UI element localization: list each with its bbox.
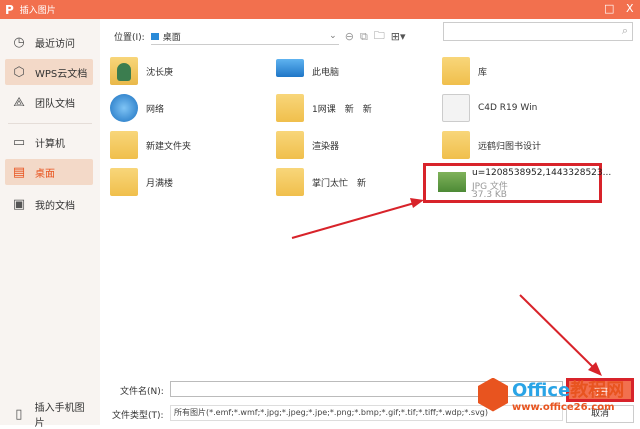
location-dropdown[interactable]: 桌面 ⌄ [150,29,339,45]
file-name: 库 [478,67,488,78]
sidebar-item-label: 团队文档 [35,98,75,110]
folder-icon [276,94,304,122]
file-item[interactable]: 月满楼 [110,165,270,199]
desktop-icon [150,32,159,40]
file-item[interactable]: 沈长庚 [110,54,270,88]
file-item[interactable]: 远鹤归图书设计 [442,128,602,162]
wps-logo-icon: P [5,2,14,17]
maximize-button[interactable]: □ [604,2,614,15]
search-input[interactable]: ⌕ [443,22,633,41]
sidebar-item-wps-cloud[interactable]: ⬡ WPS云文档 [5,59,93,85]
file-name: 月满楼 [146,178,174,189]
team-icon: ⟁ [13,94,25,110]
file-name: 此电脑 [312,67,340,78]
file-name: 新建文件夹 [146,141,192,152]
chevron-down-icon: ⌄ [329,31,337,41]
folder-icon [442,57,470,85]
folder-icon [110,168,138,196]
documents-icon: ▣ [12,196,26,212]
file-name: 远鹤归图书设计 [478,141,542,152]
filetype-label: 文件类型(T): [112,411,164,421]
office-logo-icon [478,377,508,412]
file-name: 网络 [146,104,165,115]
toolbar: 位置(I): 桌面 ⌄ ⊖ ⧉ 🗀 ⊞▾ [114,27,406,46]
location-label: 位置(I): [114,33,145,43]
watermark-brand: Office [512,380,571,401]
location-value: 桌面 [162,32,181,43]
file-name: u=1208538952,1443328523... [472,168,612,178]
file-size: 37.3 KB [472,190,507,200]
file-name: 掌门太忙 新 [312,178,367,189]
view-menu-button[interactable]: ⊞▾ [391,30,406,43]
arrow-to-open [519,294,597,371]
watermark-brand2: 教程网 [570,380,625,401]
file-name: 1网课 新 新 [312,104,372,115]
file-name: 渲染器 [312,141,340,152]
close-button[interactable]: X [626,2,634,15]
image-thumbnail [438,172,466,192]
folder-icon [276,168,304,196]
file-name: C4D R19 Win [478,103,538,113]
watermark-url: www.office26.com [512,402,615,413]
dialog-title: 插入图片 [19,6,56,16]
clock-icon: ◷ [13,34,25,50]
file-item[interactable]: 此电脑 [276,54,436,88]
sidebar-item-label: 最近访问 [35,38,75,50]
selected-file-item[interactable]: u=1208538952,1443328523... JPG 文件 37.3 K… [423,163,611,203]
folder-icon [442,131,470,159]
user-icon [110,57,138,85]
phone-icon: ▯ [15,406,23,422]
sidebar-item-label: 我的文档 [35,200,75,212]
new-folder-button[interactable]: 🗀 [374,27,385,46]
folder-icon [110,131,138,159]
sidebar-item-documents[interactable]: ▣ 我的文档 [5,191,93,217]
sidebar-item-computer[interactable]: ▭ 计算机 [5,129,93,155]
sidebar-item-desktop[interactable]: ▤ 桌面 [5,159,93,185]
desktop-icon: ▤ [12,164,26,180]
watermark: Office教程网 www.office26.com [478,376,624,413]
arrowhead-icon [410,198,424,208]
computer-icon: ▭ [12,134,26,150]
cloud-icon: ⬡ [13,64,25,80]
title-bar: P 插入图片 □ X [0,0,640,19]
file-item[interactable]: 库 [442,54,602,88]
sidebar-item-team[interactable]: ⟁ 团队文档 [5,89,93,115]
sidebar: ◷ 最近访问 ⬡ WPS云文档 ⟁ 团队文档 ▭ 计算机 ▤ 桌面 ▣ 我的文档 ▯ 插入手机… [0,19,100,429]
pc-icon [276,59,304,77]
net-icon [110,94,138,122]
file-item[interactable]: 渲染器 [276,128,436,162]
back-button[interactable]: ⊖ [345,30,354,43]
up-folder-button[interactable]: ⧉ [360,30,368,44]
cd-icon [442,94,470,122]
file-item[interactable]: 掌门太忙 新 [276,165,436,199]
filename-label: 文件名(N): [120,387,164,397]
sidebar-item-label: 计算机 [35,138,65,150]
file-name: 沈长庚 [146,67,174,78]
arrowhead-icon [588,362,602,376]
file-item[interactable]: 新建文件夹 [110,128,270,162]
search-icon: ⌕ [621,24,628,37]
file-item[interactable]: 1网课 新 新 [276,91,436,125]
sidebar-item-label: WPS云文档 [35,68,88,80]
sidebar-item-label: 桌面 [35,168,55,180]
sidebar-item-recent[interactable]: ◷ 最近访问 [5,29,93,55]
divider [8,123,92,124]
insert-phone-image-button[interactable]: ▯ 插入手机图片 [5,401,93,429]
arrow-to-file [291,201,419,239]
file-item[interactable]: C4D R19 Win [442,91,602,125]
file-item[interactable]: 网络 [110,91,270,125]
folder-icon [276,131,304,159]
